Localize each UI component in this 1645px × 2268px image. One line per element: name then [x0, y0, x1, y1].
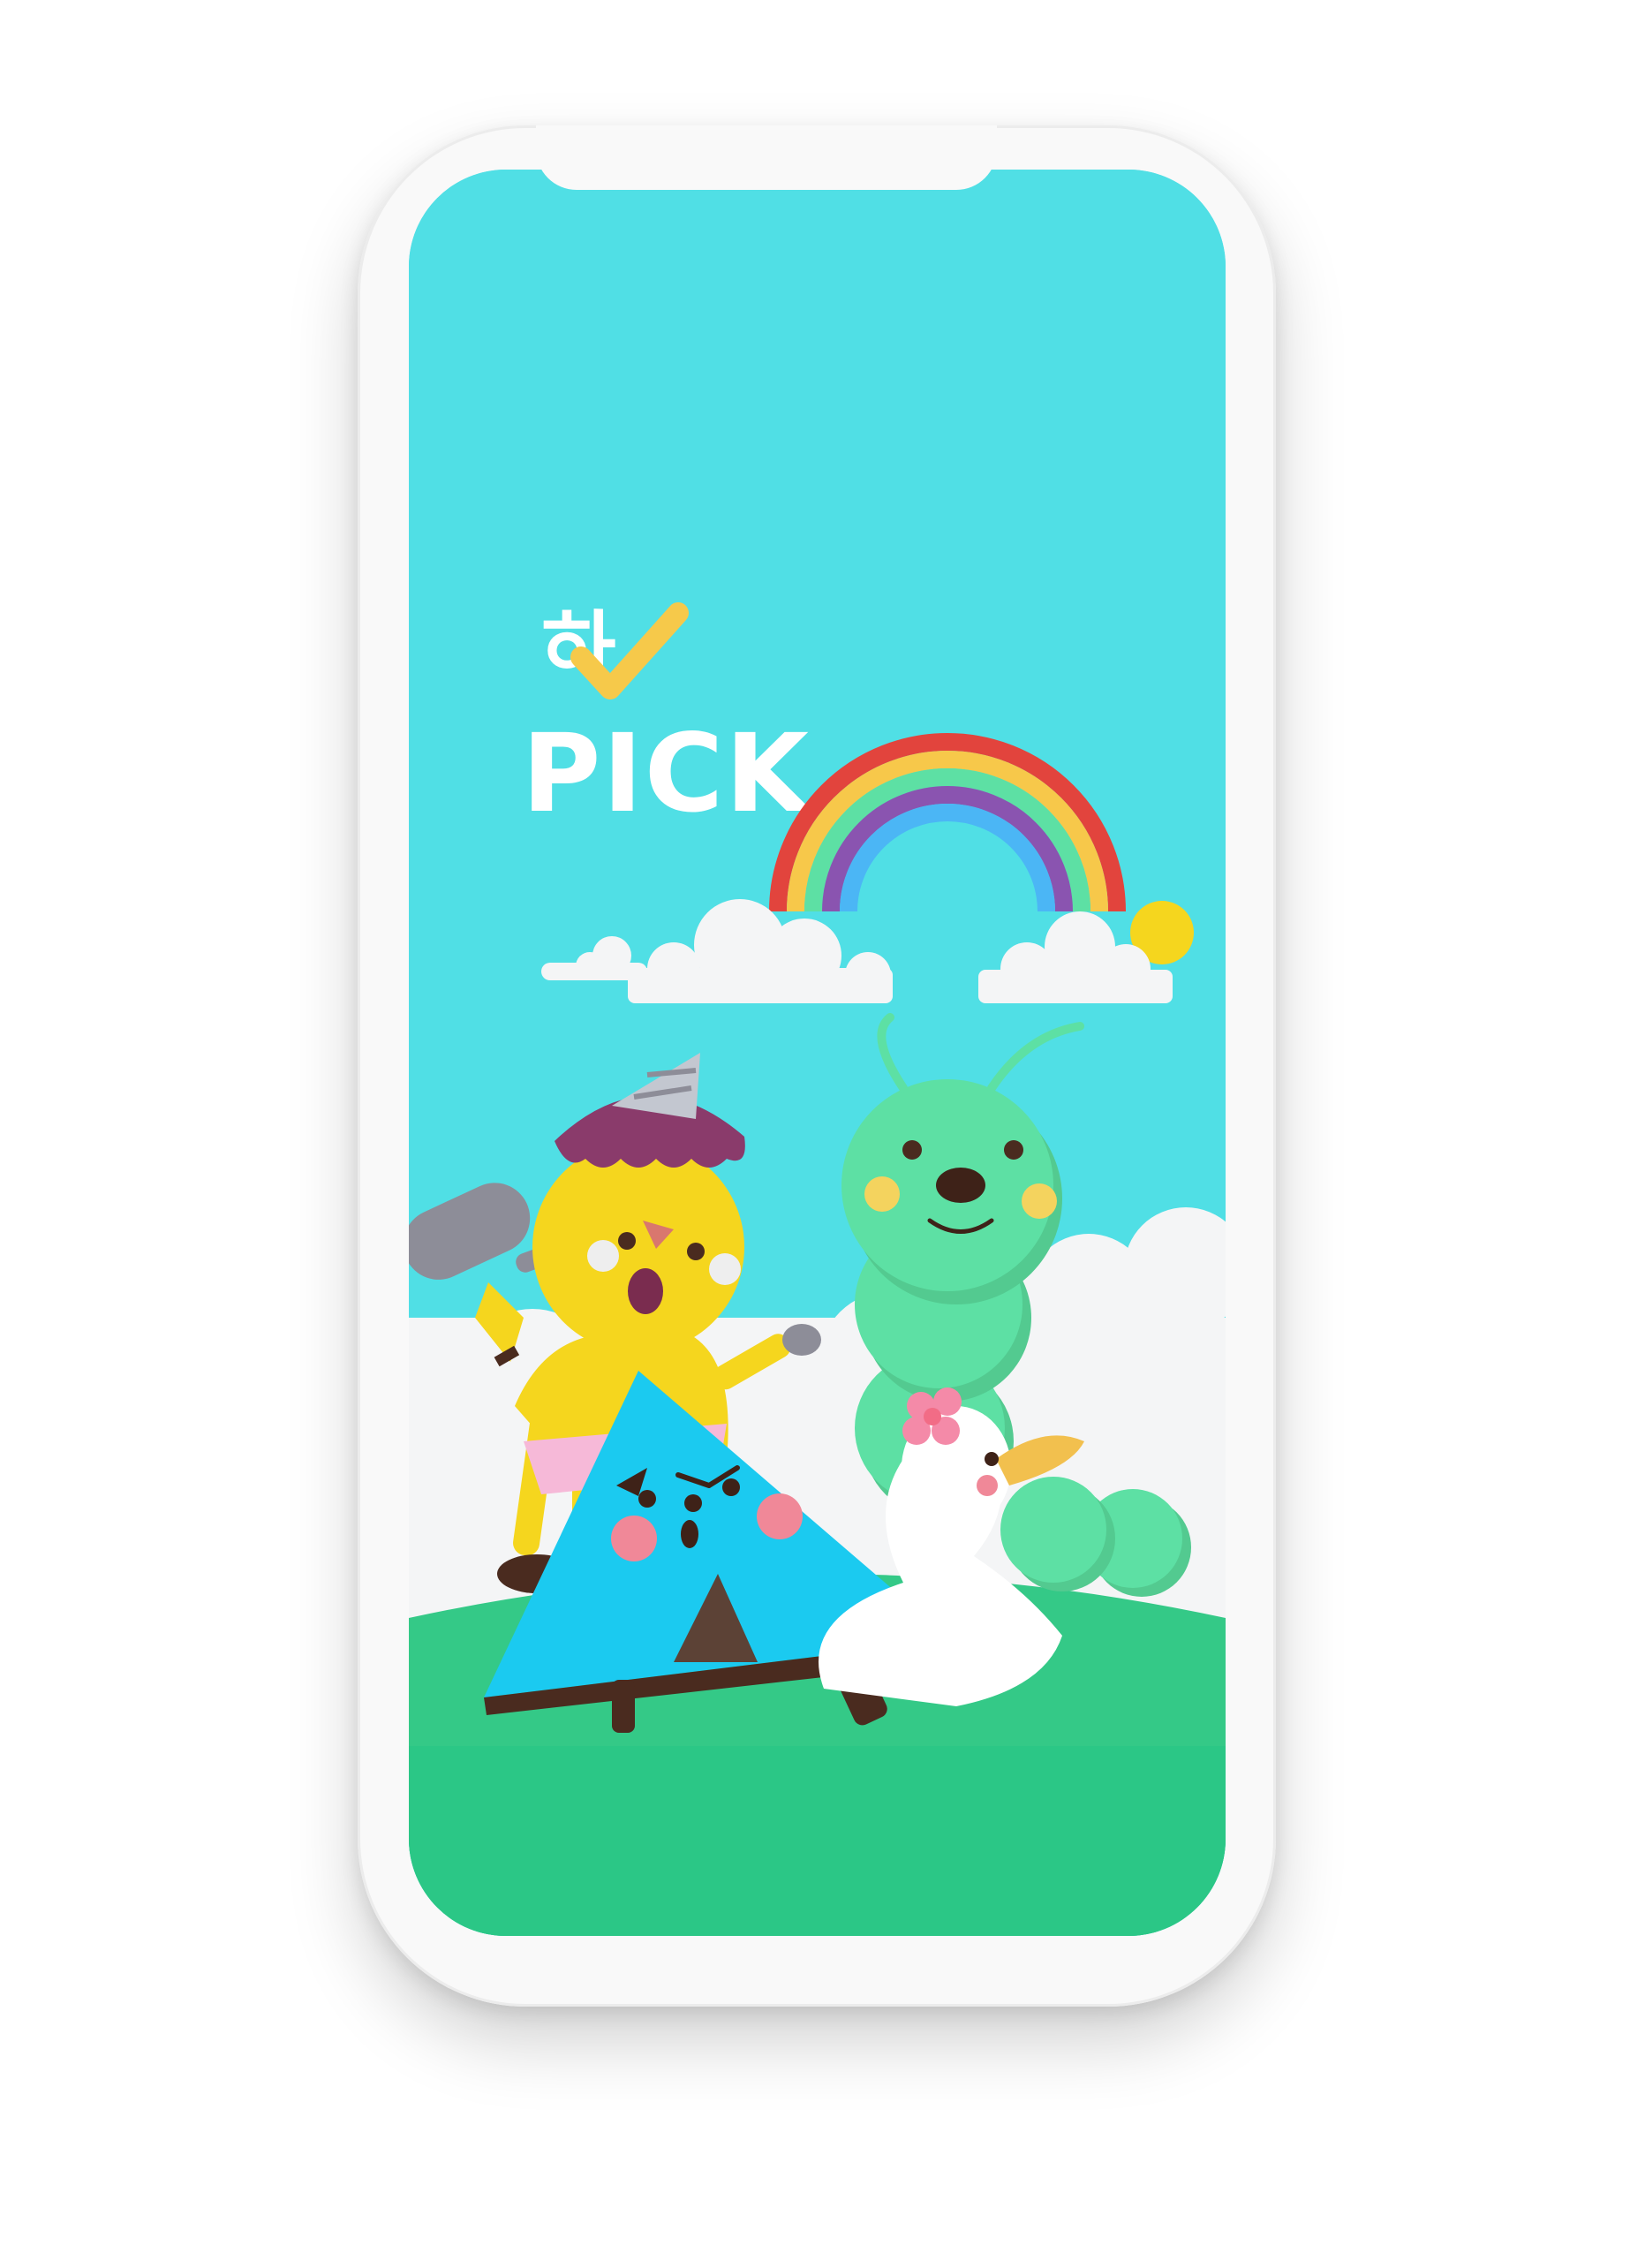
- splash-screen: 하 PICK: [409, 170, 1226, 1936]
- logo-word: PICK: [522, 711, 812, 836]
- splash-illustration: 하 PICK: [409, 170, 1226, 1936]
- phone-frame: 하 PICK: [358, 125, 1276, 2007]
- grass-ground: [409, 1746, 1226, 1936]
- phone-notch: [536, 125, 997, 190]
